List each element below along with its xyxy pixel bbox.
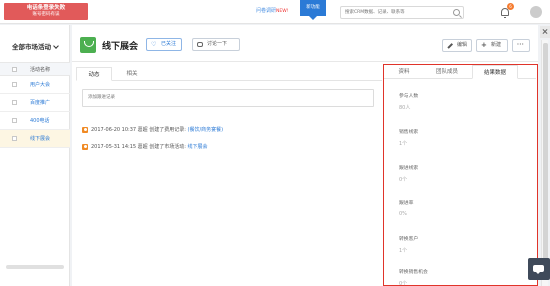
new-button[interactable]: + 新建: [476, 39, 508, 52]
log-link[interactable]: (餐饮/商务宴餐): [188, 127, 224, 133]
avatar[interactable]: [530, 6, 542, 18]
page-title: 线下展会: [102, 42, 139, 52]
tab-related[interactable]: 相关: [114, 67, 150, 81]
list-item[interactable]: 400电话: [0, 112, 70, 130]
new-label: 新建: [491, 42, 502, 48]
comment-icon: [197, 42, 203, 47]
discuss-label: 讨论一下: [207, 41, 228, 47]
stat-converted-opportunities: 转换销售机会 0个: [399, 268, 428, 286]
follow-up-input[interactable]: [83, 90, 363, 104]
list-column-header: 活动名称: [0, 62, 70, 76]
vertical-scrollbar[interactable]: [541, 40, 548, 286]
tab-team-members[interactable]: 团队成员: [424, 65, 470, 79]
list-item-label[interactable]: 400电话: [30, 117, 50, 124]
list-item-selected[interactable]: 线下展会: [0, 130, 70, 148]
stat-value: 0个: [399, 177, 408, 183]
top-bar: 电话条登录失败 账号密码有误 问卷调研NEW! 新功能 6: [0, 0, 550, 24]
stat-value: 1个: [399, 141, 408, 147]
list-item[interactable]: 用户大会: [0, 76, 70, 94]
close-icon[interactable]: [540, 26, 550, 38]
record-icon: [82, 143, 88, 150]
log-text: 2017-06-20 10:37 葛超 创建了费用记录:: [91, 127, 188, 133]
search-input[interactable]: [341, 7, 451, 18]
edit-button[interactable]: 编辑: [442, 39, 472, 52]
list-item-label[interactable]: 百度推广: [30, 99, 50, 106]
row-checkbox[interactable]: [12, 118, 17, 123]
chevron-down-icon: [53, 43, 59, 49]
header-divider: [72, 61, 538, 62]
stat-value: 80人: [399, 105, 411, 111]
list-item-label[interactable]: 线下展会: [30, 135, 50, 142]
tab-profile[interactable]: 资料: [386, 65, 422, 79]
stat-label: 转换销售机会: [399, 270, 428, 275]
discuss-button[interactable]: 讨论一下: [192, 38, 240, 51]
stat-sales-leads: 销售线索 1个: [399, 128, 418, 147]
alert-title: 电话条登录失败: [26, 5, 66, 11]
survey-label: 问卷调研: [256, 8, 277, 14]
row-checkbox[interactable]: [12, 136, 17, 141]
follow-label: 已关注: [161, 41, 177, 47]
stat-label: 参与人数: [399, 94, 419, 99]
plus-icon: +: [481, 41, 487, 49]
global-search[interactable]: [340, 6, 464, 19]
chat-icon[interactable]: [528, 258, 550, 280]
more-button[interactable]: ···: [512, 39, 530, 52]
notification-badge: 6: [507, 3, 514, 10]
stat-label: 跟进线索: [399, 166, 419, 171]
list-item-label[interactable]: 用户大会: [30, 81, 50, 88]
heart-icon: ♡: [151, 41, 157, 48]
edit-label: 编辑: [457, 42, 468, 48]
stat-label: 转换客户: [399, 237, 419, 242]
log-text: 2017-05-31 14:15 葛超 创建了市场活动:: [91, 144, 188, 150]
survey-link[interactable]: 问卷调研NEW!: [256, 7, 288, 14]
activity-tabs: 动态 相关: [76, 67, 382, 81]
horizontal-scrollbar[interactable]: [6, 265, 64, 269]
filter-label: 全部市场活动: [12, 43, 51, 51]
campaign-icon: [80, 37, 96, 53]
stat-converted-customers: 转换客户 1个: [399, 235, 418, 254]
stat-label: 跟进率: [399, 201, 414, 206]
new-feature-tag[interactable]: 新功能: [300, 0, 326, 20]
campaign-list-panel: 全部市场活动 活动名称 用户大会 百度推广 400电话 线下展会: [0, 25, 70, 286]
follow-up-input-box[interactable]: [82, 89, 374, 107]
stat-value: 1个: [399, 248, 408, 254]
campaign-filter-dropdown[interactable]: 全部市场活动: [12, 41, 59, 51]
pencil-icon: [447, 43, 453, 49]
alert-subtitle: 账号密码有误: [32, 12, 60, 17]
column-header-name: 活动名称: [30, 67, 51, 73]
stat-followed-leads: 跟进线索 0个: [399, 164, 418, 183]
record-icon: [82, 126, 88, 133]
row-checkbox[interactable]: [12, 100, 17, 105]
results-panel: 资料 团队成员 结果数据 参与人数 80人 销售线索 1个 跟进线索 0个 跟进…: [383, 64, 538, 286]
stat-value: 0%: [399, 211, 407, 217]
scrollbar-thumb[interactable]: [543, 43, 548, 261]
list-item[interactable]: 百度推广: [0, 94, 70, 112]
results-tabs: 资料 团队成员 结果数据: [384, 65, 536, 79]
log-link[interactable]: 线下展会: [188, 144, 208, 150]
stat-label: 销售线索: [399, 130, 419, 135]
stat-participants: 参与人数 80人: [399, 92, 418, 111]
activity-section: 动态 相关 2017-06-20 10:37 葛超 创建了费用记录: (餐饮/商…: [76, 67, 382, 286]
tab-result-data[interactable]: 结果数据: [472, 65, 518, 79]
select-all-checkbox[interactable]: [12, 67, 17, 72]
activity-log-item: 2017-05-31 14:15 葛超 创建了市场活动: 线下展会: [82, 143, 208, 150]
stat-follow-rate: 跟进率 0%: [399, 199, 413, 217]
tab-activity[interactable]: 动态: [76, 67, 112, 81]
activity-log-item: 2017-06-20 10:37 葛超 创建了费用记录: (餐饮/商务宴餐): [82, 126, 223, 133]
login-failed-alert[interactable]: 电话条登录失败 账号密码有误: [4, 3, 88, 20]
search-icon[interactable]: [453, 9, 460, 16]
survey-new-tag: NEW!: [276, 9, 289, 14]
follow-button[interactable]: ♡ 已关注: [146, 38, 182, 51]
stat-value: 0个: [399, 281, 408, 286]
row-checkbox[interactable]: [12, 82, 17, 87]
